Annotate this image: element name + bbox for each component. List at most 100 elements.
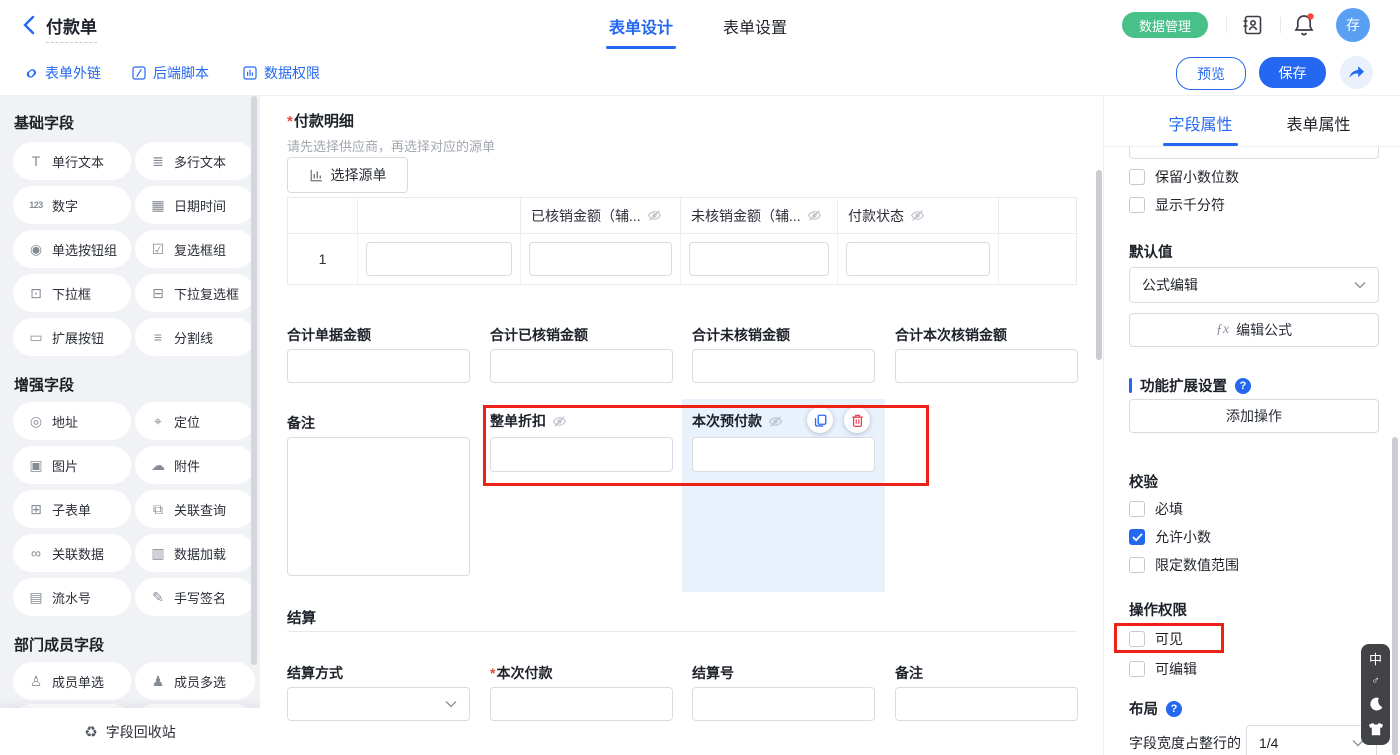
field-item-linked-data[interactable]: ∞关联数据	[13, 534, 131, 572]
checkbox-keep-decimal[interactable]: 保留小数位数	[1129, 167, 1239, 187]
data-permission-link[interactable]: 数据权限	[242, 63, 320, 83]
field-item-single-line-text[interactable]: T单行文本	[13, 142, 131, 180]
section-title-permission: 操作权限	[1129, 599, 1187, 620]
field-item-serial-number[interactable]: ▤流水号	[13, 578, 131, 616]
field-item-attachment[interactable]: ☁附件	[135, 446, 255, 484]
cell-input[interactable]	[529, 242, 672, 276]
settle-method-select[interactable]	[287, 687, 470, 721]
form-designer-app: 付款单 表单设计 表单设置 数据管理 存	[0, 0, 1400, 755]
prepay-input[interactable]	[692, 437, 875, 472]
total-doc-amount-input[interactable]	[287, 349, 470, 383]
top-header: 付款单 表单设计 表单设置 数据管理 存	[0, 0, 1400, 51]
help-icon[interactable]: ?	[1166, 701, 1182, 717]
checkbox-box[interactable]	[1129, 661, 1145, 677]
field-item-member-multi[interactable]: ♟成员多选	[135, 662, 255, 700]
cell-input[interactable]	[366, 242, 512, 276]
checkbox-box[interactable]	[1129, 169, 1145, 185]
notification-bell-icon[interactable]	[1292, 12, 1316, 38]
header-cell-payment-status[interactable]: 付款状态	[838, 198, 999, 234]
save-button[interactable]: 保存	[1259, 57, 1326, 88]
share-button[interactable]	[1340, 56, 1373, 89]
address-book-icon[interactable]	[1240, 13, 1264, 37]
field-item-multi-line-text[interactable]: ≣多行文本	[135, 142, 255, 180]
checkbox-visible[interactable]: 可见	[1129, 629, 1183, 649]
field-item-image[interactable]: ▣图片	[13, 446, 131, 484]
form-external-link[interactable]: 表单外链	[23, 63, 101, 83]
field-item-select[interactable]: ⊡下拉框	[13, 274, 131, 312]
checkbox-allow-decimal[interactable]: 允许小数	[1129, 527, 1211, 547]
backend-script-link[interactable]: 后端脚本	[131, 63, 209, 83]
tab-form-settings[interactable]: 表单设置	[722, 14, 788, 38]
gender-icon[interactable]: ♂	[1371, 676, 1379, 687]
current-payment-input[interactable]	[490, 687, 673, 721]
hidden-eye-icon[interactable]	[807, 208, 822, 223]
field-item-radio-group[interactable]: ◉单选按钮组	[13, 230, 131, 268]
data-manage-button[interactable]: 数据管理	[1122, 12, 1208, 38]
checkbox-box[interactable]	[1129, 197, 1145, 213]
copy-field-button[interactable]	[807, 407, 833, 433]
hidden-eye-icon[interactable]	[768, 414, 783, 429]
tab-field-properties[interactable]: 字段属性	[1167, 111, 1234, 135]
preview-button[interactable]: 预览	[1176, 57, 1246, 90]
partial-input-bottom[interactable]	[1129, 146, 1379, 159]
field-item-signature[interactable]: ✎手写签名	[135, 578, 255, 616]
total-settled-input[interactable]	[490, 349, 673, 383]
checkbox-limit-range[interactable]: 限定数值范围	[1129, 555, 1239, 575]
field-recycle-bin[interactable]: ♻ 字段回收站	[0, 708, 260, 755]
section-title-basic-fields: 基础字段	[14, 112, 74, 133]
checkbox-box[interactable]	[1129, 501, 1145, 517]
total-current-settle-input[interactable]	[895, 349, 1078, 383]
field-item-address[interactable]: ◎地址	[13, 402, 131, 440]
theme-shirt-icon[interactable]	[1368, 722, 1384, 736]
remark-textarea[interactable]	[287, 437, 470, 576]
select-source-button[interactable]: 选择源单	[287, 157, 408, 193]
select-source-label: 选择源单	[331, 165, 387, 185]
settle-remark-input[interactable]	[895, 687, 1078, 721]
add-action-button[interactable]: 添加操作	[1129, 399, 1379, 433]
total-unsettled-input[interactable]	[692, 349, 875, 383]
dark-mode-moon-icon[interactable]	[1368, 696, 1384, 712]
checkbox-box-checked[interactable]	[1129, 529, 1145, 545]
help-icon[interactable]: ?	[1235, 378, 1251, 394]
canvas-scrollbar[interactable]	[1096, 170, 1102, 360]
field-item-extend-button[interactable]: ▭扩展按钮	[13, 318, 131, 356]
checkbox-editable[interactable]: 可编辑	[1129, 659, 1197, 679]
tab-form-design[interactable]: 表单设计	[608, 14, 674, 38]
hidden-eye-icon[interactable]	[552, 414, 567, 429]
field-item-data-load[interactable]: ▥数据加载	[135, 534, 255, 572]
cell-input[interactable]	[846, 242, 990, 276]
sidebar-scrollbar[interactable]	[251, 96, 257, 665]
tab-form-properties[interactable]: 表单属性	[1285, 111, 1352, 135]
user-avatar[interactable]: 存	[1336, 8, 1370, 42]
checkbox-thousand-separator[interactable]: 显示千分符	[1129, 195, 1225, 215]
header-cell-settled-amount[interactable]: 已核销金额（辅...	[521, 198, 681, 234]
field-label-current-payment: *本次付款	[490, 663, 552, 683]
panel-scrollbar[interactable]	[1392, 437, 1398, 755]
field-item-lookup-query[interactable]: ⧉关联查询	[135, 490, 255, 528]
checkbox-required[interactable]: 必填	[1129, 499, 1183, 519]
checkbox-icon: ☑	[149, 241, 167, 258]
location-target-icon: ⌖	[149, 413, 167, 430]
field-item-member-single[interactable]: ♙成员单选	[13, 662, 131, 700]
field-item-number[interactable]: 123数字	[13, 186, 131, 224]
header-cell-unsettled-amount[interactable]: 未核销金额（辅...	[681, 198, 838, 234]
field-width-select[interactable]: 1/4	[1246, 725, 1377, 755]
settle-number-input[interactable]	[692, 687, 875, 721]
default-value-select[interactable]: 公式编辑	[1129, 267, 1379, 303]
cell-input[interactable]	[689, 242, 829, 276]
field-item-multi-select[interactable]: ⊟下拉复选框	[135, 274, 255, 312]
checkbox-box[interactable]	[1129, 557, 1145, 573]
field-item-subform[interactable]: ⊞子表单	[13, 490, 131, 528]
field-item-location[interactable]: ⌖定位	[135, 402, 255, 440]
discount-input[interactable]	[490, 437, 673, 472]
hidden-eye-icon[interactable]	[910, 208, 925, 223]
field-item-checkbox-group[interactable]: ☑复选框组	[135, 230, 255, 268]
back-icon[interactable]	[22, 15, 36, 35]
edit-formula-button[interactable]: ƒx 编辑公式	[1129, 313, 1379, 347]
language-button[interactable]: 中	[1369, 653, 1382, 666]
field-item-divider[interactable]: ≡分割线	[135, 318, 255, 356]
checkbox-box[interactable]	[1129, 631, 1145, 647]
hidden-eye-icon[interactable]	[647, 208, 662, 223]
delete-field-button[interactable]	[844, 407, 870, 433]
field-item-datetime[interactable]: ▦日期时间	[135, 186, 255, 224]
